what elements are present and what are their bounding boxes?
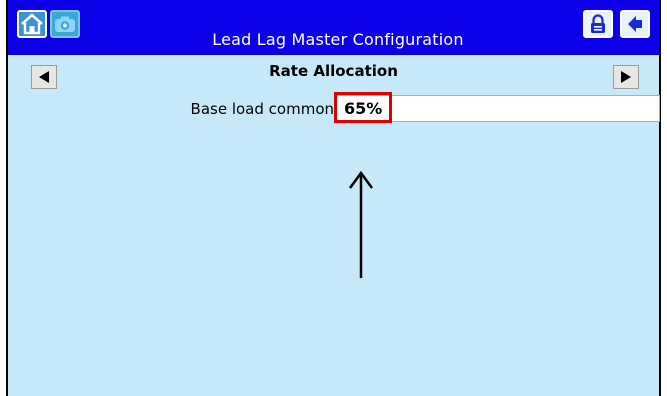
- right-arrow-icon: [621, 71, 631, 83]
- window-title: Lead Lag Master Configuration: [212, 30, 464, 49]
- back-arrow-icon: [628, 16, 642, 32]
- lock-icon: [591, 14, 605, 33]
- base-load-common-row: Base load common 65%: [8, 92, 660, 125]
- camera-button[interactable]: [50, 10, 80, 38]
- section-title: Rate Allocation: [269, 62, 398, 80]
- back-button[interactable]: [620, 10, 650, 38]
- section-header: Rate Allocation: [8, 55, 659, 92]
- title-bar: Lead Lag Master Configuration: [8, 0, 659, 55]
- base-load-common-label: Base load common: [190, 100, 334, 118]
- screen-frame: Lead Lag Master Configuration Rate Alloc…: [6, 0, 661, 396]
- next-page-button[interactable]: [613, 65, 639, 89]
- camera-icon: [55, 16, 75, 32]
- home-icon: [21, 13, 43, 35]
- lock-button[interactable]: [583, 10, 613, 38]
- home-button[interactable]: [17, 10, 47, 38]
- highlight-box: [334, 92, 392, 123]
- up-arrow-icon: [348, 170, 374, 278]
